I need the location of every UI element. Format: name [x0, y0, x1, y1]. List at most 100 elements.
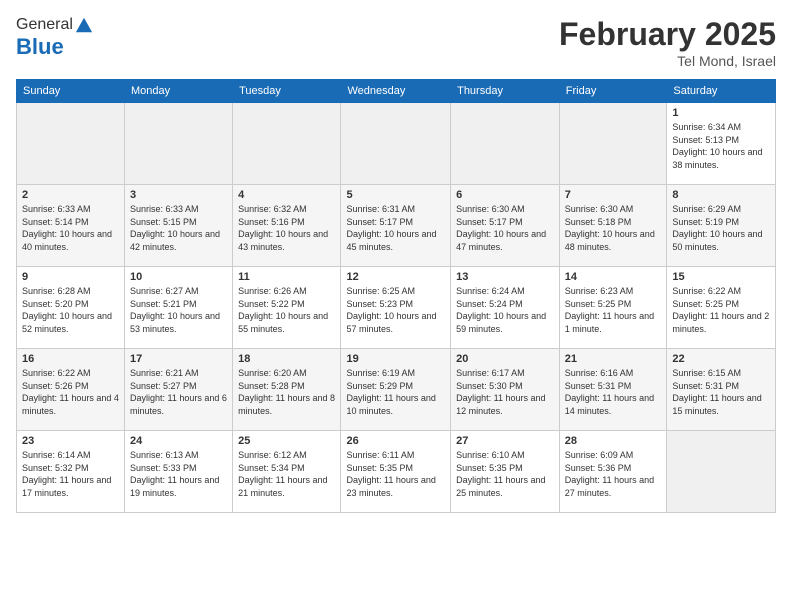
calendar-cell: 17 Sunrise: 6:21 AM Sunset: 5:27 PM Dayli…: [124, 349, 232, 431]
day-number: 16: [22, 353, 119, 365]
calendar-week-row: 2Sunrise: 6:33 AM Sunset: 5:14 PM Daylig…: [17, 185, 776, 267]
calendar-week-row: 16 Sunrise: 6:22 AM Sunset: 5:26 PM Dayli…: [17, 349, 776, 431]
col-friday: Friday: [559, 80, 667, 103]
calendar-cell: [233, 103, 341, 185]
calendar-cell: 4 Sunrise: 6:32 AM Sunset: 5:16 PM Daylig…: [233, 185, 341, 267]
day-number: 11: [238, 271, 335, 283]
day-info: Sunrise: 6:30 AM Sunset: 5:18 PM Dayligh…: [565, 203, 662, 253]
calendar-cell: 20Sunrise: 6:17 AM Sunset: 5:30 PM Dayli…: [451, 349, 560, 431]
day-info: Sunrise: 6:15 AM Sunset: 5:31 PM Dayligh…: [672, 367, 770, 417]
day-info: Sunrise: 6:29 AM Sunset: 5:19 PM Dayligh…: [672, 203, 770, 253]
calendar-cell: 15 Sunrise: 6:22 AM Sunset: 5:25 PM Dayli…: [667, 267, 776, 349]
calendar-cell: [451, 103, 560, 185]
day-info: Sunrise: 6:19 AM Sunset: 5:29 PM Dayligh…: [346, 367, 445, 417]
calendar-cell: 3 Sunrise: 6:33 AM Sunset: 5:15 PM Daylig…: [124, 185, 232, 267]
location-subtitle: Tel Mond, Israel: [559, 53, 776, 69]
calendar-cell: 24 Sunrise: 6:13 AM Sunset: 5:33 PM Dayli…: [124, 431, 232, 513]
day-info: Sunrise: 6:21 AM Sunset: 5:27 PM Dayligh…: [130, 367, 227, 417]
calendar-cell: 25 Sunrise: 6:12 AM Sunset: 5:34 PM Dayli…: [233, 431, 341, 513]
calendar-cell: 22 Sunrise: 6:15 AM Sunset: 5:31 PM Dayli…: [667, 349, 776, 431]
day-number: 21: [565, 353, 662, 365]
day-info: Sunrise: 6:23 AM Sunset: 5:25 PM Dayligh…: [565, 285, 662, 335]
calendar-table: Sunday Monday Tuesday Wednesday Thursday…: [16, 79, 776, 513]
day-number: 7: [565, 189, 662, 201]
calendar-cell: [17, 103, 125, 185]
calendar-week-row: 9 Sunrise: 6:28 AM Sunset: 5:20 PM Daylig…: [17, 267, 776, 349]
day-info: Sunrise: 6:22 AM Sunset: 5:26 PM Dayligh…: [22, 367, 119, 417]
day-info: Sunrise: 6:12 AM Sunset: 5:34 PM Dayligh…: [238, 449, 335, 499]
month-title: February 2025: [559, 16, 776, 53]
calendar-cell: 16 Sunrise: 6:22 AM Sunset: 5:26 PM Dayli…: [17, 349, 125, 431]
calendar-cell: 27 Sunrise: 6:10 AM Sunset: 5:35 PM Dayli…: [451, 431, 560, 513]
day-number: 17: [130, 353, 227, 365]
calendar-cell: 28 Sunrise: 6:09 AM Sunset: 5:36 PM Dayli…: [559, 431, 667, 513]
day-info: Sunrise: 6:31 AM Sunset: 5:17 PM Dayligh…: [346, 203, 445, 253]
calendar-cell: 23Sunrise: 6:14 AM Sunset: 5:32 PM Dayli…: [17, 431, 125, 513]
day-info: Sunrise: 6:13 AM Sunset: 5:33 PM Dayligh…: [130, 449, 227, 499]
day-number: 28: [565, 435, 662, 447]
calendar-cell: [341, 103, 451, 185]
page: General Blue February 2025 Tel Mond, Isr…: [0, 0, 792, 612]
col-sunday: Sunday: [17, 80, 125, 103]
day-info: Sunrise: 6:32 AM Sunset: 5:16 PM Dayligh…: [238, 203, 335, 253]
day-info: Sunrise: 6:33 AM Sunset: 5:15 PM Dayligh…: [130, 203, 227, 253]
day-number: 19: [346, 353, 445, 365]
day-number: 1: [672, 107, 770, 119]
calendar-cell: 5 Sunrise: 6:31 AM Sunset: 5:17 PM Daylig…: [341, 185, 451, 267]
col-saturday: Saturday: [667, 80, 776, 103]
day-info: Sunrise: 6:11 AM Sunset: 5:35 PM Dayligh…: [346, 449, 445, 499]
calendar-cell: [667, 431, 776, 513]
day-number: 9: [22, 271, 119, 283]
day-number: 15: [672, 271, 770, 283]
calendar-header-row: Sunday Monday Tuesday Wednesday Thursday…: [17, 80, 776, 103]
calendar-cell: [124, 103, 232, 185]
day-number: 27: [456, 435, 554, 447]
day-number: 26: [346, 435, 445, 447]
calendar-week-row: 23Sunrise: 6:14 AM Sunset: 5:32 PM Dayli…: [17, 431, 776, 513]
day-number: 3: [130, 189, 227, 201]
col-wednesday: Wednesday: [341, 80, 451, 103]
day-info: Sunrise: 6:20 AM Sunset: 5:28 PM Dayligh…: [238, 367, 335, 417]
day-number: 4: [238, 189, 335, 201]
day-number: 22: [672, 353, 770, 365]
calendar-cell: 18 Sunrise: 6:20 AM Sunset: 5:28 PM Dayli…: [233, 349, 341, 431]
col-monday: Monday: [124, 80, 232, 103]
calendar-cell: 11 Sunrise: 6:26 AM Sunset: 5:22 PM Dayli…: [233, 267, 341, 349]
logo-general-text: General: [16, 16, 73, 34]
day-number: 20: [456, 353, 554, 365]
day-info: Sunrise: 6:16 AM Sunset: 5:31 PM Dayligh…: [565, 367, 662, 417]
day-info: Sunrise: 6:22 AM Sunset: 5:25 PM Dayligh…: [672, 285, 770, 335]
day-info: Sunrise: 6:24 AM Sunset: 5:24 PM Dayligh…: [456, 285, 554, 335]
calendar-cell: 21 Sunrise: 6:16 AM Sunset: 5:31 PM Dayli…: [559, 349, 667, 431]
day-number: 5: [346, 189, 445, 201]
calendar-cell: 12 Sunrise: 6:25 AM Sunset: 5:23 PM Dayli…: [341, 267, 451, 349]
col-tuesday: Tuesday: [233, 80, 341, 103]
day-info: Sunrise: 6:27 AM Sunset: 5:21 PM Dayligh…: [130, 285, 227, 335]
calendar-cell: 14Sunrise: 6:23 AM Sunset: 5:25 PM Dayli…: [559, 267, 667, 349]
day-number: 12: [346, 271, 445, 283]
calendar-cell: 2Sunrise: 6:33 AM Sunset: 5:14 PM Daylig…: [17, 185, 125, 267]
day-number: 10: [130, 271, 227, 283]
calendar-cell: 10 Sunrise: 6:27 AM Sunset: 5:21 PM Dayli…: [124, 267, 232, 349]
logo: General Blue: [16, 16, 93, 60]
calendar-cell: [559, 103, 667, 185]
day-info: Sunrise: 6:09 AM Sunset: 5:36 PM Dayligh…: [565, 449, 662, 499]
day-info: Sunrise: 6:28 AM Sunset: 5:20 PM Dayligh…: [22, 285, 119, 335]
day-number: 18: [238, 353, 335, 365]
calendar-cell: 1Sunrise: 6:34 AM Sunset: 5:13 PM Daylig…: [667, 103, 776, 185]
calendar-cell: 13 Sunrise: 6:24 AM Sunset: 5:24 PM Dayli…: [451, 267, 560, 349]
logo-icon: [75, 16, 93, 34]
day-number: 24: [130, 435, 227, 447]
day-info: Sunrise: 6:30 AM Sunset: 5:17 PM Dayligh…: [456, 203, 554, 253]
day-number: 13: [456, 271, 554, 283]
day-number: 25: [238, 435, 335, 447]
calendar-cell: 9 Sunrise: 6:28 AM Sunset: 5:20 PM Daylig…: [17, 267, 125, 349]
day-info: Sunrise: 6:14 AM Sunset: 5:32 PM Dayligh…: [22, 449, 119, 499]
day-info: Sunrise: 6:10 AM Sunset: 5:35 PM Dayligh…: [456, 449, 554, 499]
header: General Blue February 2025 Tel Mond, Isr…: [16, 16, 776, 69]
calendar-week-row: 1Sunrise: 6:34 AM Sunset: 5:13 PM Daylig…: [17, 103, 776, 185]
day-info: Sunrise: 6:26 AM Sunset: 5:22 PM Dayligh…: [238, 285, 335, 335]
day-info: Sunrise: 6:25 AM Sunset: 5:23 PM Dayligh…: [346, 285, 445, 335]
calendar-cell: 6Sunrise: 6:30 AM Sunset: 5:17 PM Daylig…: [451, 185, 560, 267]
calendar-cell: 7 Sunrise: 6:30 AM Sunset: 5:18 PM Daylig…: [559, 185, 667, 267]
